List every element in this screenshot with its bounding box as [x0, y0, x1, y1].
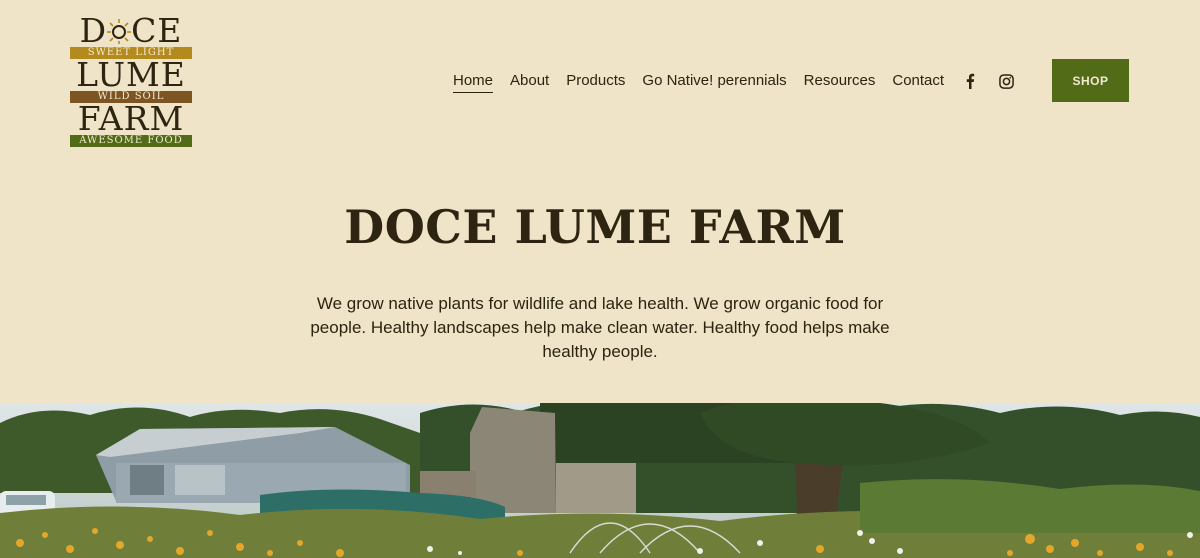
nav-products[interactable]: Products — [566, 70, 625, 92]
logo-line-doce: D CE — [79, 11, 183, 50]
farm-photo — [0, 403, 1200, 558]
sun-icon — [107, 18, 132, 44]
site-logo[interactable]: D CE SWEET LIGHT LUME WILD SOIL FARM AWES… — [68, 11, 194, 147]
nav-home[interactable]: Home — [453, 70, 494, 93]
facebook-icon — [966, 73, 975, 89]
nav-contact[interactable]: Contact — [892, 70, 944, 92]
facebook-link[interactable] — [965, 73, 975, 89]
nav-go-native-perennials[interactable]: Go Native! perennials — [642, 70, 786, 92]
nav-resources[interactable]: Resources — [804, 70, 876, 92]
instagram-icon — [999, 73, 1014, 89]
site-header: D CE SWEET LIGHT LUME WILD SOIL FARM AWES… — [0, 0, 1200, 170]
farm-landscape-image — [0, 403, 1200, 558]
logo-line-farm: FARM — [77, 99, 185, 138]
instagram-link[interactable] — [999, 73, 1014, 89]
main-nav: Home About Products Go Native! perennial… — [453, 70, 1031, 93]
logo-band-awesome-food: AWESOME FOOD — [70, 135, 192, 147]
shop-button[interactable]: SHOP — [1052, 59, 1129, 102]
nav-about[interactable]: About — [510, 70, 549, 92]
hero-description: We grow native plants for wildlife and l… — [310, 294, 890, 361]
logo-line-lume: LUME — [76, 55, 186, 94]
page-title: DOCE LUME FARM — [344, 200, 846, 254]
